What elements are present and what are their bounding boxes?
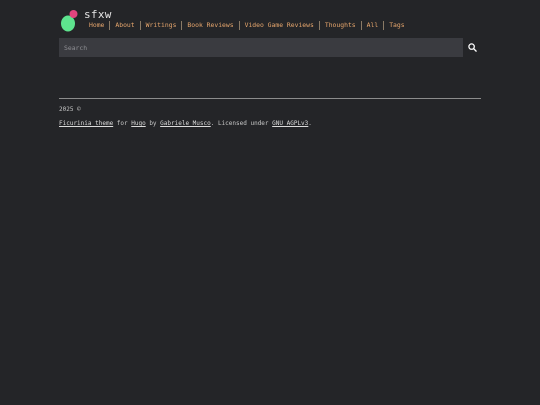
nav-item-video-game-reviews[interactable]: Video Game Reviews bbox=[238, 21, 319, 30]
search-icon bbox=[467, 43, 477, 52]
nav-item-writings[interactable]: Writings bbox=[139, 21, 182, 30]
site-logo-icon[interactable] bbox=[59, 8, 81, 32]
nav-item-book-reviews[interactable]: Book Reviews bbox=[181, 21, 238, 30]
search-input[interactable] bbox=[59, 38, 463, 57]
credits-by-text: by bbox=[145, 120, 161, 127]
hugo-link[interactable]: Hugo bbox=[131, 120, 145, 127]
license-link[interactable]: GNU AGPLv3 bbox=[272, 120, 308, 127]
credits-licensed-text: . Licensed under bbox=[210, 120, 273, 127]
nav-item-all[interactable]: All bbox=[360, 21, 384, 30]
copyright-text: 2025 © bbox=[59, 106, 81, 113]
nav-item-about[interactable]: About bbox=[109, 21, 139, 30]
nav-item-thoughts[interactable]: Thoughts bbox=[318, 21, 361, 30]
footer-divider bbox=[59, 98, 481, 99]
site-title[interactable]: sfxw bbox=[84, 8, 112, 21]
search-bar bbox=[59, 38, 481, 57]
footer-credits: Ficurinia theme for Hugo by Gabriele Mus… bbox=[59, 120, 312, 127]
credits-for-text: for bbox=[113, 120, 132, 127]
author-link[interactable]: Gabriele Musco bbox=[160, 120, 211, 127]
nav-item-tags[interactable]: Tags bbox=[383, 21, 409, 30]
main-nav: Home About Writings Book Reviews Video G… bbox=[89, 21, 410, 30]
theme-link[interactable]: Ficurinia theme bbox=[59, 120, 113, 127]
search-button[interactable] bbox=[463, 38, 481, 57]
credits-end-text: . bbox=[308, 120, 312, 127]
site-header: sfxw Home About Writings Book Reviews Vi… bbox=[59, 6, 481, 36]
nav-item-home[interactable]: Home bbox=[89, 21, 109, 30]
